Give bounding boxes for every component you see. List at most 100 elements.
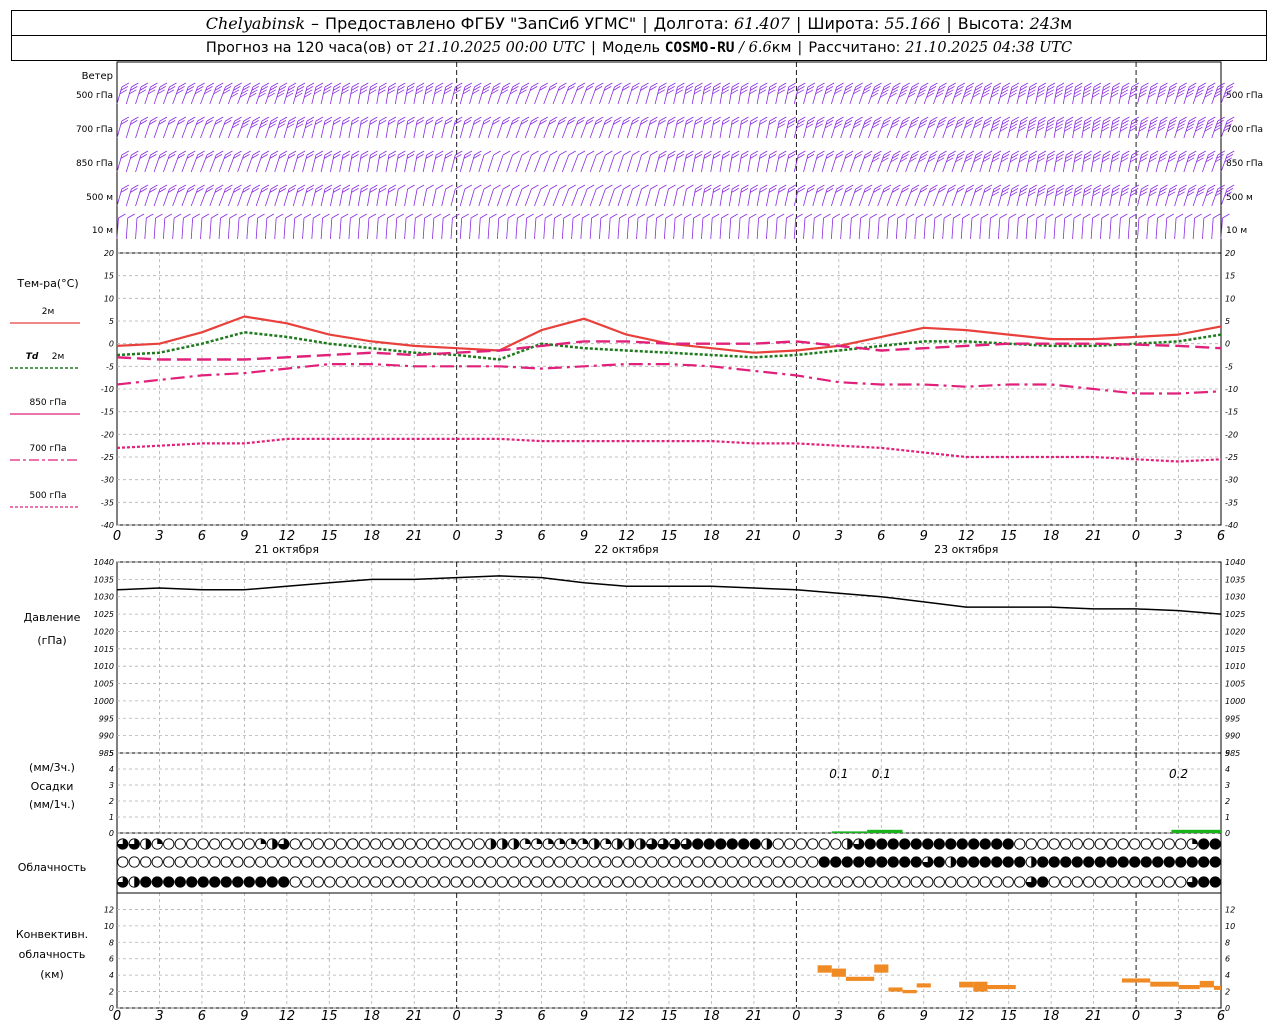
wind-barb [1062, 116, 1074, 139]
wind-barb-feather [1208, 150, 1216, 156]
wind-barb [246, 116, 261, 139]
wind-barb-staff [701, 120, 705, 139]
wind-barb [413, 184, 425, 207]
cloud-symbol [542, 838, 554, 850]
cloud-symbol [358, 838, 370, 850]
wind-barb-staff [478, 188, 485, 207]
wind-barb-feather [483, 184, 492, 190]
wind-barb [571, 116, 586, 139]
cloud-circle [358, 876, 370, 888]
wind-barb-staff [1164, 120, 1171, 139]
cloud-symbol [151, 876, 163, 888]
cloud-symbol [772, 856, 784, 868]
wind-barb-staff [756, 217, 759, 240]
wind-barb [738, 213, 748, 240]
wind-barb-staff [710, 120, 715, 139]
wind-barb-feather [971, 213, 980, 219]
wind-barb-feather [502, 82, 511, 88]
x-tick-label: 15 [661, 529, 678, 544]
wind-barb-staff [710, 154, 715, 173]
cloud-symbol [462, 838, 474, 850]
cloud-symbol [979, 838, 991, 850]
wind-barb-feather [893, 82, 901, 88]
cloud-circle [1071, 876, 1083, 888]
cloud-symbol [531, 838, 543, 850]
wind-barb-staff [348, 86, 353, 105]
wind-barb-feather [897, 213, 905, 219]
wind-barb-staff [840, 86, 847, 105]
wind-barb-feather [270, 184, 279, 190]
cloud-symbol [393, 876, 405, 888]
cloud-circle [738, 856, 750, 868]
cloud-symbol [220, 838, 232, 850]
cloud-symbol [542, 876, 554, 888]
wind-barb [756, 82, 768, 105]
cloud-fill-half [628, 838, 634, 850]
wind-barb-feather [957, 82, 966, 88]
wind-barb [701, 184, 712, 207]
wind-barb-staff [302, 217, 305, 240]
wind-barb-feather [911, 116, 920, 122]
cloud-symbol [209, 838, 221, 850]
wind-barb [172, 82, 187, 105]
wind-barb-staff [1025, 188, 1031, 207]
cloud-circle [646, 876, 658, 888]
wind-barb [385, 116, 397, 139]
y-tick-right: 4 [1225, 765, 1230, 774]
cloud-symbol [749, 856, 761, 868]
cloud-circle [462, 856, 474, 868]
y-tick-left: 1020 [94, 627, 114, 636]
wind-barb-staff [942, 217, 945, 240]
cloud-fill-full [1175, 856, 1186, 868]
cloud-circle [473, 876, 485, 888]
wind-barb [877, 184, 892, 207]
wind-barb-staff [1044, 86, 1049, 105]
wind-barb-staff [172, 86, 180, 105]
wind-barb [172, 184, 187, 207]
wind-barb [1035, 150, 1047, 173]
wind-barb-staff [571, 217, 574, 240]
wind-barb [441, 184, 453, 207]
wind-barb-staff [840, 188, 847, 207]
wind-barb [1137, 150, 1149, 173]
wind-barb-staff [534, 188, 542, 207]
wind-barb-feather [407, 184, 415, 190]
cloud-symbol [922, 838, 934, 850]
convective-bar [973, 981, 988, 992]
cloud-circle [565, 856, 577, 868]
wind-barb-feather [563, 213, 571, 219]
wind-level-label-right: 500 м [1226, 193, 1253, 203]
wind-barb-staff [292, 188, 299, 207]
wind-barb-feather [261, 116, 270, 122]
wind-barb-staff [1155, 217, 1158, 240]
temperature-title: Тем-ра(°C) [16, 277, 78, 290]
wind-barb-feather [841, 213, 850, 219]
wind-barb-feather [512, 184, 520, 190]
wind-barb [738, 82, 749, 105]
wind-barb [1146, 184, 1159, 207]
wind-barb-staff [830, 154, 838, 173]
wind-barb [923, 184, 938, 207]
wind-barb-feather [656, 213, 664, 219]
wind-barb-feather [1120, 213, 1128, 219]
cloud-symbol [738, 838, 750, 850]
cloud-symbol [715, 856, 727, 868]
wind-barb [691, 82, 703, 105]
wind-barb-feather [521, 116, 530, 122]
cloud-symbol [462, 876, 474, 888]
wind-barb [1053, 184, 1065, 207]
cloud-circle [864, 876, 876, 888]
wind-barb-staff [144, 217, 147, 240]
wind-level-label-right: 10 м [1226, 226, 1247, 236]
cloud-symbol [186, 876, 198, 888]
cloud-circle [680, 856, 692, 868]
cloud-fill-full [186, 876, 197, 888]
wind-barb [255, 116, 270, 139]
wind-barb-staff [329, 120, 335, 139]
wind-barb [589, 116, 604, 139]
wind-barb-staff [181, 120, 189, 139]
wind-barb-staff [1155, 120, 1161, 139]
wind-barb [255, 184, 270, 207]
y-tick-left: 15 [104, 272, 114, 281]
wind-barb [367, 116, 378, 139]
